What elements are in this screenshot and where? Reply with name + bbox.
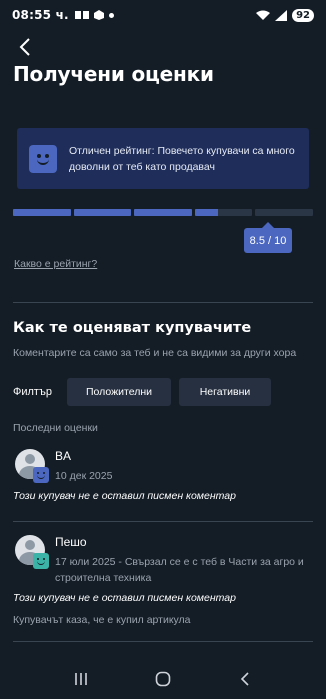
filter-negative-button[interactable]: Негативни — [179, 378, 271, 406]
back-button[interactable] — [14, 36, 36, 58]
wifi-icon — [256, 10, 271, 20]
review-comment: Този купувач не е оставил писмен комента… — [13, 592, 236, 604]
system-nav-bar — [0, 658, 326, 699]
review-item: BA 10 дек 2025 Този купувач не е оставил… — [13, 449, 313, 509]
recents-button[interactable] — [66, 664, 96, 694]
progress-segment — [255, 209, 313, 216]
section-title: Как те оценяват купувачите — [13, 320, 252, 336]
score-badge: 8.5 / 10 — [244, 222, 292, 253]
review-purchase-note: Купувачът каза, че е купил артикула — [13, 614, 191, 626]
divider — [13, 521, 313, 522]
back-arrow-icon — [19, 38, 30, 56]
progress-segment — [13, 209, 71, 216]
divider — [13, 641, 313, 642]
section-subtitle: Коментарите са само за теб и не са видим… — [13, 347, 297, 359]
what-is-rating-link[interactable]: Какво е рейтинг? — [14, 258, 97, 270]
reviewer-name: BA — [55, 449, 72, 463]
happy-face-icon — [29, 144, 57, 173]
filter-label: Филтър — [13, 386, 52, 398]
rating-card: Отличен рейтинг: Повечето купувачи са мн… — [17, 128, 309, 189]
filter-positive-button[interactable]: Положителни — [67, 378, 171, 406]
progress-segment-fill — [73, 209, 132, 216]
progress-segment — [194, 209, 253, 216]
progress-segment-fill — [134, 209, 192, 216]
review-meta: 17 юли 2025 - Свързал се е с теб в Части… — [55, 556, 304, 584]
status-bar: 08:55 ч. 92 — [0, 0, 326, 30]
home-button[interactable] — [148, 664, 178, 694]
progress-segment — [134, 209, 192, 216]
back-icon — [240, 671, 249, 686]
rating-progress-bar — [13, 209, 313, 216]
signal-icon — [275, 9, 288, 21]
recents-icon — [75, 672, 87, 685]
review-item: Пешо 17 юли 2025 - Свързал се е с теб в … — [13, 535, 313, 635]
progress-segment-fill — [13, 209, 71, 216]
page-title: Получени оценки — [13, 62, 214, 86]
home-icon — [155, 671, 171, 686]
reviewer-name: Пешо — [55, 535, 87, 549]
avatar — [15, 535, 49, 569]
happy-face-icon — [33, 553, 49, 569]
notification-icon — [74, 11, 89, 19]
progress-segment-fill — [194, 209, 218, 216]
notification-icons — [74, 10, 114, 20]
avatar — [15, 449, 49, 483]
status-time: 08:55 ч. — [12, 8, 69, 22]
happy-face-icon — [33, 467, 49, 483]
divider — [13, 302, 313, 303]
rating-message: Отличен рейтинг: Повечето купувачи са мн… — [69, 144, 295, 173]
review-comment: Този купувач не е оставил писмен комента… — [13, 490, 236, 502]
dot-icon — [108, 12, 114, 18]
system-back-button[interactable] — [230, 664, 260, 694]
filter-row: Филтър Положителни Негативни — [13, 378, 271, 406]
battery-indicator: 92 — [292, 8, 314, 22]
progress-segment — [73, 209, 132, 216]
recent-reviews-title: Последни оценки — [13, 422, 98, 434]
box-icon — [93, 10, 104, 20]
review-date: 10 дек 2025 — [55, 470, 113, 482]
